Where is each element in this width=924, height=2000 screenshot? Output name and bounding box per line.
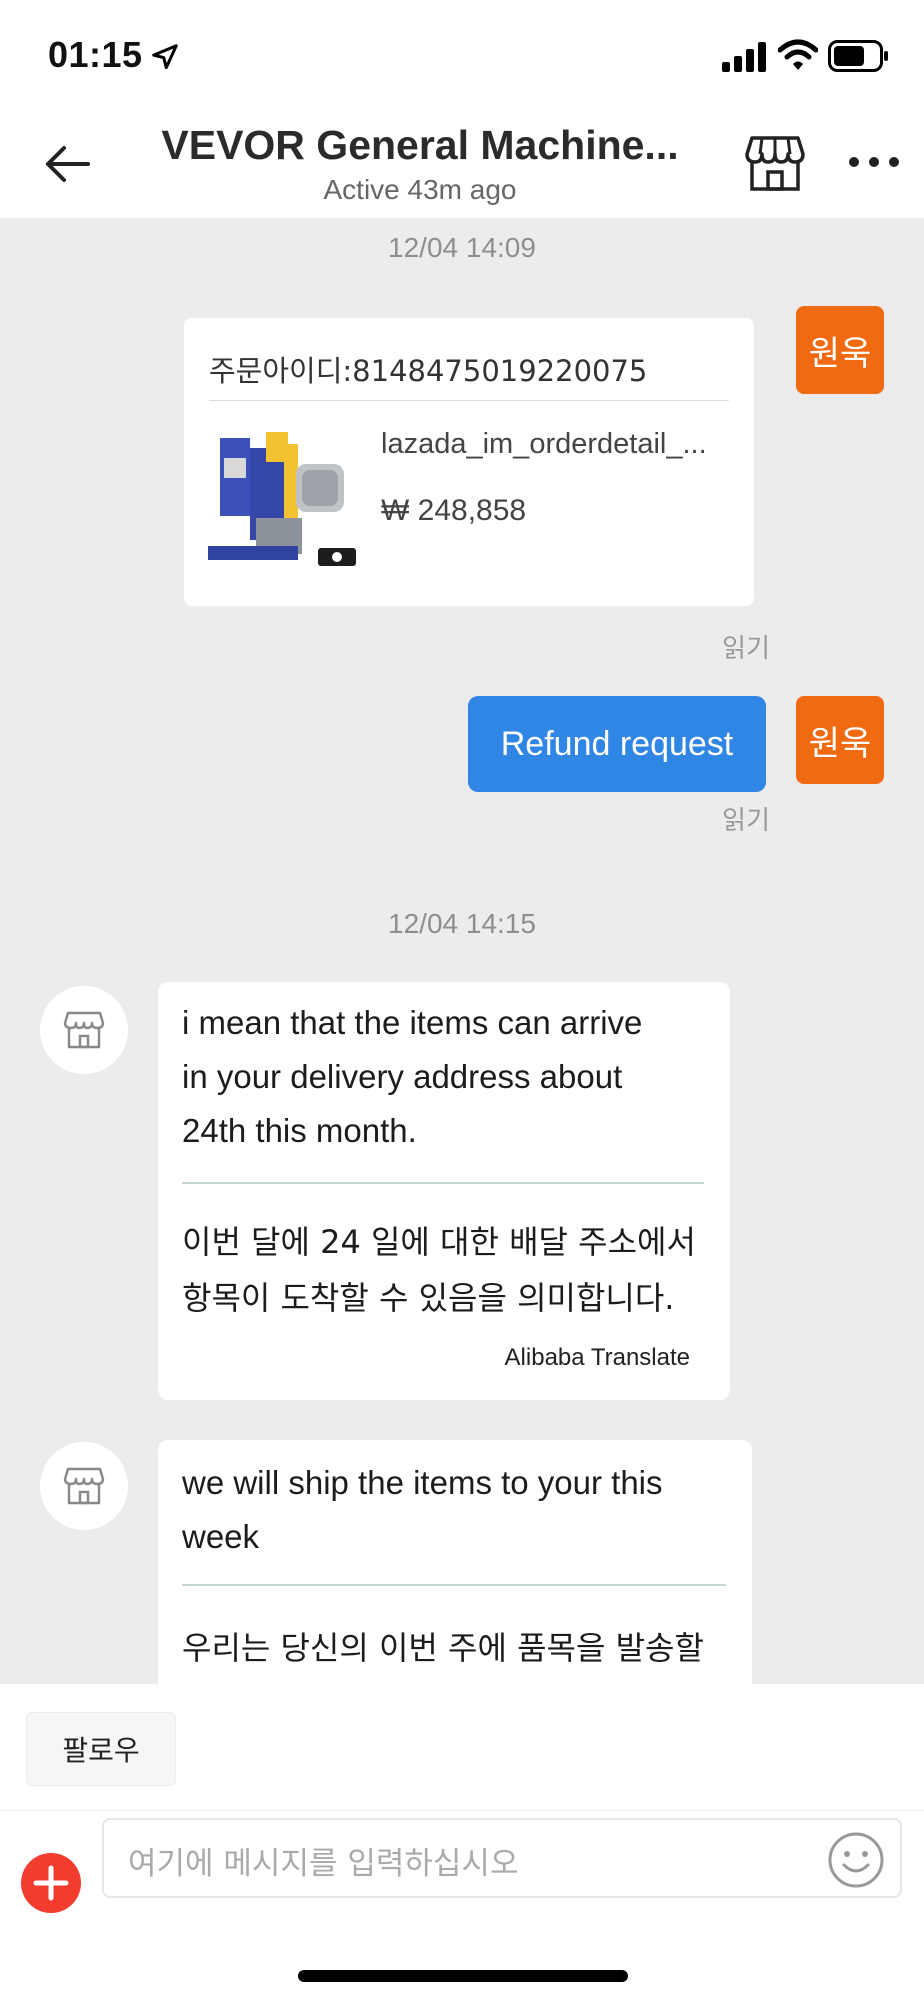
timestamp: 12/04 14:09 (388, 232, 536, 263)
product-price: ₩ 248,858 (381, 494, 527, 527)
wifi-icon (778, 39, 818, 70)
divider (182, 1182, 704, 1184)
message-line: we will ship the items to your this (182, 1464, 663, 1501)
active-status: Active 43m ago (323, 174, 517, 205)
back-arrow-icon[interactable] (40, 136, 96, 192)
message-line: week (182, 1518, 260, 1555)
status-time: 01:15 (48, 34, 143, 75)
chat-header: VEVOR General Machine... Active 43m ago (0, 110, 924, 218)
translation-credit: Alibaba Translate (504, 1344, 690, 1371)
emoji-icon[interactable] (826, 1830, 886, 1890)
read-receipt: 읽기 (722, 634, 770, 664)
refund-request-message[interactable]: Refund request (468, 696, 766, 792)
seller-message[interactable]: i mean that the items can arrive in your… (158, 982, 730, 1400)
order-card[interactable]: 주문아이디:8148475019220075 lazada_im_orderde… (184, 318, 754, 606)
product-name: lazada_im_orderdetail_... (381, 428, 707, 460)
translation-line: 우리는 당신의 이번 주에 품목을 발송할 (182, 1629, 704, 1667)
message-line: in your delivery address about (182, 1058, 623, 1095)
timestamp: 12/04 14:15 (388, 908, 536, 939)
add-icon[interactable] (20, 1852, 82, 1914)
message-input[interactable]: 여기에 메시지를 입력하십시오 (102, 1818, 902, 1898)
chat-footer: 팔로우 여기에 메시지를 입력하십시오 (0, 1684, 924, 2000)
status-bar: 01:15 (0, 0, 924, 110)
translation-line: 이번 달에 24 일에 대한 배달 주소에서 (182, 1223, 696, 1261)
translation-line: 항목이 도착할 수 있음을 의미합니다. (182, 1279, 675, 1317)
message-line: i mean that the items can arrive (182, 1004, 643, 1041)
message-input-placeholder: 여기에 메시지를 입력하십시오 (128, 1846, 519, 1882)
follow-button[interactable]: 팔로우 (26, 1712, 176, 1786)
my-avatar[interactable]: 원욱 (796, 696, 884, 784)
page-title: VEVOR General Machine... (161, 122, 679, 168)
my-avatar[interactable]: 원욱 (796, 306, 884, 394)
order-id: 주문아이디:8148475019220075 (209, 354, 648, 388)
divider (0, 1810, 924, 1811)
more-icon[interactable] (846, 150, 902, 174)
store-icon (63, 1467, 105, 1505)
battery-icon (828, 40, 888, 72)
store-icon[interactable] (744, 132, 806, 194)
seller-message[interactable]: we will ship the items to your this week… (158, 1440, 752, 1684)
message-line: 24th this month. (182, 1112, 417, 1149)
divider (209, 400, 729, 401)
location-arrow-icon (152, 44, 178, 70)
divider (182, 1584, 726, 1586)
home-indicator[interactable] (298, 1970, 628, 1982)
store-icon (63, 1011, 105, 1049)
read-receipt: 읽기 (722, 806, 770, 836)
chat-area[interactable]: 12/04 14:09 원욱 주문아이디:8148475019220075 la… (0, 218, 924, 1684)
seller-avatar[interactable] (40, 1442, 128, 1530)
product-image (206, 418, 360, 574)
seller-avatar[interactable] (40, 986, 128, 1074)
signal-icon (722, 42, 766, 72)
